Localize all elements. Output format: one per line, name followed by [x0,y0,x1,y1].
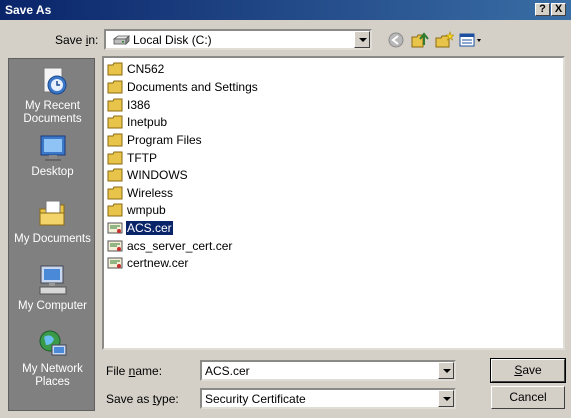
dialog-title: Save As [5,3,52,17]
chevron-down-icon[interactable] [354,31,370,48]
file-name: Program Files [127,133,202,147]
place-my-documents[interactable]: My Documents [9,197,96,246]
list-item[interactable]: WINDOWS [107,167,189,183]
save-as-type-dropdown[interactable]: Security Certificate [200,388,456,409]
save-in-value: Local Disk (C:) [133,33,212,47]
up-folder-icon[interactable] [410,31,430,49]
list-item[interactable]: ACS.cer [107,220,174,236]
certificate-icon [107,222,123,234]
save-as-type-label: Save as type: [106,392,179,406]
folder-icon [107,203,123,217]
place-label: My Recent Documents [23,100,82,125]
save-as-dialog: Save As ? X Save in: Local Disk (C:) My … [0,0,571,418]
new-folder-icon[interactable] [434,31,454,49]
folder-icon [107,115,123,129]
folder-icon [107,62,123,76]
file-name-field[interactable]: ACS.cer [200,360,456,381]
local-disk-icon [112,35,130,45]
help-button[interactable]: ? [535,3,550,16]
file-name: TFTP [127,151,157,165]
save-button[interactable]: Save [490,358,566,383]
file-name: Inetpub [127,115,168,129]
folder-icon [107,151,123,165]
list-item[interactable]: certnew.cer [107,255,189,271]
list-item[interactable]: I386 [107,97,151,113]
file-name: ACS.cer [125,220,174,236]
close-button[interactable]: X [551,3,566,16]
back-icon[interactable] [386,31,406,49]
file-name-value: ACS.cer [205,364,250,378]
folder-icon [107,133,123,147]
file-name: acs_server_cert.cer [127,239,233,253]
file-list[interactable]: CN562 Documents and Settings I386 Inetpu… [102,56,565,350]
views-menu-icon[interactable] [459,31,483,49]
place-label: My Network Places [22,363,83,388]
folder-icon [107,80,123,94]
file-name: certnew.cer [127,256,189,270]
network-places-icon [39,330,66,356]
list-item[interactable]: acs_server_cert.cer [107,238,233,254]
place-my-network-places[interactable]: My Network Places [9,327,96,389]
file-name: Documents and Settings [127,80,258,94]
places-bar: My Recent Documents Desktop My Documents [8,58,95,411]
file-name-label: File name: [106,364,163,378]
folder-icon [107,98,123,112]
file-name: I386 [127,98,151,112]
file-name: wmpub [127,203,166,217]
save-in-label: Save in: [55,33,99,47]
place-label: My Computer [17,300,88,312]
folder-icon [107,168,123,182]
certificate-icon [107,257,123,269]
chevron-down-icon[interactable] [438,390,454,407]
my-computer-icon [39,265,66,295]
save-in-dropdown[interactable]: Local Disk (C:) [104,29,372,50]
recent-documents-icon [43,67,66,95]
save-as-type-value: Security Certificate [205,392,306,406]
title-bar: Save As ? X [0,0,571,20]
place-my-computer[interactable]: My Computer [9,262,96,313]
place-label: Desktop [31,166,74,178]
list-item[interactable]: Documents and Settings [107,79,259,95]
list-item[interactable]: Program Files [107,132,203,148]
list-item[interactable]: wmpub [107,202,167,218]
chevron-down-icon[interactable] [438,362,454,379]
desktop-icon [40,135,65,161]
certificate-icon [107,240,123,252]
list-item[interactable]: Inetpub [107,114,168,130]
place-desktop[interactable]: Desktop [9,132,96,179]
folder-icon [107,186,123,200]
place-my-recent-documents[interactable]: My Recent Documents [9,64,96,126]
list-item[interactable]: TFTP [107,150,158,166]
cancel-button[interactable]: Cancel [491,386,565,409]
file-name: WINDOWS [127,168,188,182]
place-label: My Documents [14,233,91,245]
file-name: Wireless [127,186,174,200]
list-item[interactable]: CN562 [107,61,165,77]
list-item[interactable]: Wireless [107,185,174,201]
file-name: CN562 [127,62,165,76]
my-documents-icon [39,200,64,226]
